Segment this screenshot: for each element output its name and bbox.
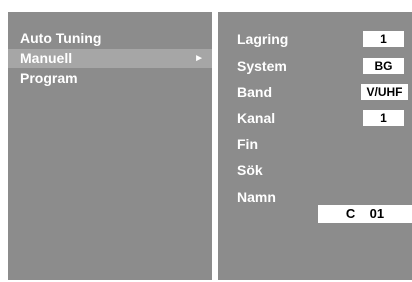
lagring-value-field[interactable]: 1: [363, 31, 404, 47]
menu-item-auto-tuning[interactable]: Auto Tuning: [8, 29, 212, 48]
menu-item-label: Auto Tuning: [20, 30, 102, 46]
system-label: System: [237, 58, 287, 74]
lagring-label: Lagring: [237, 31, 289, 47]
namn-label: Namn: [237, 189, 276, 205]
band-value-field[interactable]: V/UHF: [361, 84, 408, 100]
settings-panel: Lagring 1 System BG Band V/UHF Kanal 1 F…: [218, 12, 412, 280]
band-label: Band: [237, 84, 272, 100]
menu-item-label: Manuell: [20, 50, 73, 66]
menu-item-program[interactable]: Program: [8, 69, 212, 88]
fin-label[interactable]: Fin: [237, 135, 258, 153]
kanal-value-field[interactable]: 1: [363, 110, 404, 126]
kanal-label: Kanal: [237, 110, 276, 126]
sok-label[interactable]: Sök: [237, 161, 263, 179]
menu-item-label: Program: [20, 70, 78, 86]
system-value-field[interactable]: BG: [363, 58, 404, 74]
panel-divider: [213, 12, 215, 280]
menu-panel: Auto Tuning Manuell ► Program: [8, 12, 212, 280]
namn-value-field[interactable]: C 01: [318, 205, 412, 223]
submenu-arrow-icon: ►: [194, 53, 204, 64]
tv-setup-menu: Auto Tuning Manuell ► Program Lagring 1 …: [0, 0, 412, 282]
menu-item-manuell[interactable]: Manuell ►: [8, 49, 212, 68]
